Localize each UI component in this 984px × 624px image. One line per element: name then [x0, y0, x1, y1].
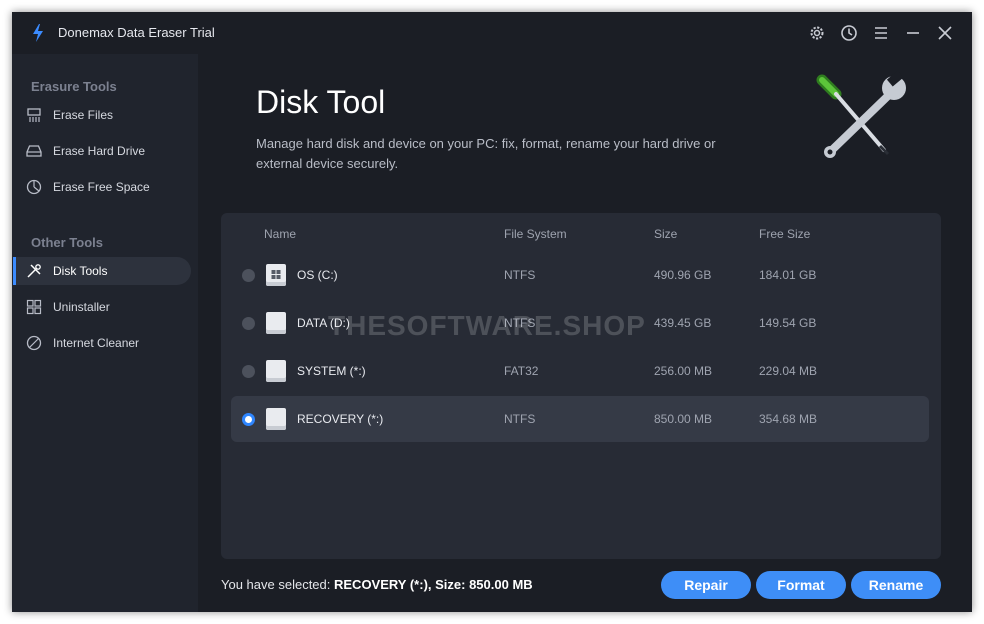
- sidebar-item-label: Erase Hard Drive: [53, 144, 146, 158]
- format-button[interactable]: Format: [756, 571, 846, 599]
- tools-icon: [26, 263, 42, 279]
- sidebar-item-label: Erase Free Space: [53, 180, 150, 194]
- column-header-free-size: Free Size: [759, 227, 811, 241]
- gear-icon[interactable]: [806, 22, 828, 44]
- rename-button[interactable]: Rename: [851, 571, 941, 599]
- disk-file-system: FAT32: [504, 364, 539, 378]
- shredder-icon: [26, 107, 42, 123]
- sidebar-item-internet-cleaner[interactable]: Internet Cleaner: [13, 329, 191, 357]
- disk-row[interactable]: SYSTEM (*:) FAT32 256.00 MB 229.04 MB: [231, 348, 929, 394]
- globe-icon: [26, 335, 42, 351]
- disk-size: 256.00 MB: [654, 364, 713, 378]
- disk-row[interactable]: OS (C:) NTFS 490.96 GB 184.01 GB: [231, 252, 929, 298]
- page-title: Disk Tool: [256, 84, 386, 120]
- repair-button[interactable]: Repair: [661, 571, 751, 599]
- disk-icon: [266, 360, 286, 382]
- sidebar-item-erase-free-space[interactable]: Erase Free Space: [13, 173, 191, 201]
- radio-button[interactable]: [242, 365, 255, 378]
- menu-icon[interactable]: [870, 22, 892, 44]
- disk-icon: [266, 408, 286, 430]
- section-title-erasure-tools: Erasure Tools: [31, 79, 117, 94]
- app-title: Donemax Data Eraser Trial: [58, 25, 215, 40]
- sidebar-item-erase-hard-drive[interactable]: Erase Hard Drive: [13, 137, 191, 165]
- sidebar-item-label: Erase Files: [53, 108, 114, 122]
- column-header-size: Size: [654, 227, 678, 241]
- app-logo-icon: [33, 24, 43, 42]
- sidebar: Erasure Tools Erase Files Erase Hard Dri…: [12, 54, 198, 612]
- history-icon[interactable]: [838, 22, 860, 44]
- radio-button[interactable]: [242, 269, 255, 282]
- section-title-other-tools: Other Tools: [31, 235, 103, 250]
- sidebar-item-erase-files[interactable]: Erase Files: [13, 101, 191, 129]
- disk-name: OS (C:): [297, 268, 338, 282]
- grid-icon: [26, 299, 42, 315]
- sidebar-item-uninstaller[interactable]: Uninstaller: [13, 293, 191, 321]
- close-icon[interactable]: [934, 22, 956, 44]
- main-content: Disk Tool Manage hard disk and device on…: [198, 54, 972, 612]
- disk-name: RECOVERY (*:): [297, 412, 384, 426]
- column-header-name: Name: [264, 227, 297, 241]
- sidebar-item-label: Uninstaller: [53, 300, 110, 314]
- hard-drive-icon: [26, 143, 42, 159]
- status-prefix: You have selected:: [221, 577, 334, 592]
- disk-list-panel: Name File System Size Free Size OS (C:) …: [221, 213, 941, 559]
- pie-icon: [26, 179, 42, 195]
- disk-size: 439.45 GB: [654, 316, 712, 330]
- status-selection: RECOVERY (*:), Size: 850.00 MB: [334, 577, 533, 592]
- disk-file-system: NTFS: [504, 268, 536, 282]
- disk-free-size: 184.01 GB: [759, 268, 817, 282]
- sidebar-item-label: Disk Tools: [53, 264, 108, 278]
- app-window: Donemax Data Eraser Trial Erasure Tools …: [12, 12, 972, 612]
- sidebar-item-disk-tools[interactable]: Disk Tools: [13, 257, 191, 285]
- disk-free-size: 354.68 MB: [759, 412, 818, 426]
- disk-size: 850.00 MB: [654, 412, 713, 426]
- windows-disk-icon: [266, 264, 286, 286]
- radio-button-selected[interactable]: [242, 413, 255, 426]
- disk-name: SYSTEM (*:): [297, 364, 366, 378]
- title-bar: Donemax Data Eraser Trial: [12, 12, 972, 54]
- radio-button[interactable]: [242, 317, 255, 330]
- watermark: THESOFTWARE.SHOP: [328, 310, 646, 341]
- disk-file-system: NTFS: [504, 412, 536, 426]
- wrench-screwdriver-icon: [816, 70, 906, 158]
- minimize-icon[interactable]: [902, 22, 924, 44]
- disk-row-selected[interactable]: RECOVERY (*:) NTFS 850.00 MB 354.68 MB: [231, 396, 929, 442]
- disk-free-size: 229.04 MB: [759, 364, 818, 378]
- disk-icon: [266, 312, 286, 334]
- selection-status: You have selected: RECOVERY (*:), Size: …: [221, 577, 533, 592]
- disk-size: 490.96 GB: [654, 268, 712, 282]
- sidebar-item-label: Internet Cleaner: [53, 336, 140, 350]
- disk-free-size: 149.54 GB: [759, 316, 817, 330]
- page-description: Manage hard disk and device on your PC: …: [256, 136, 716, 171]
- column-header-file-system: File System: [504, 227, 567, 241]
